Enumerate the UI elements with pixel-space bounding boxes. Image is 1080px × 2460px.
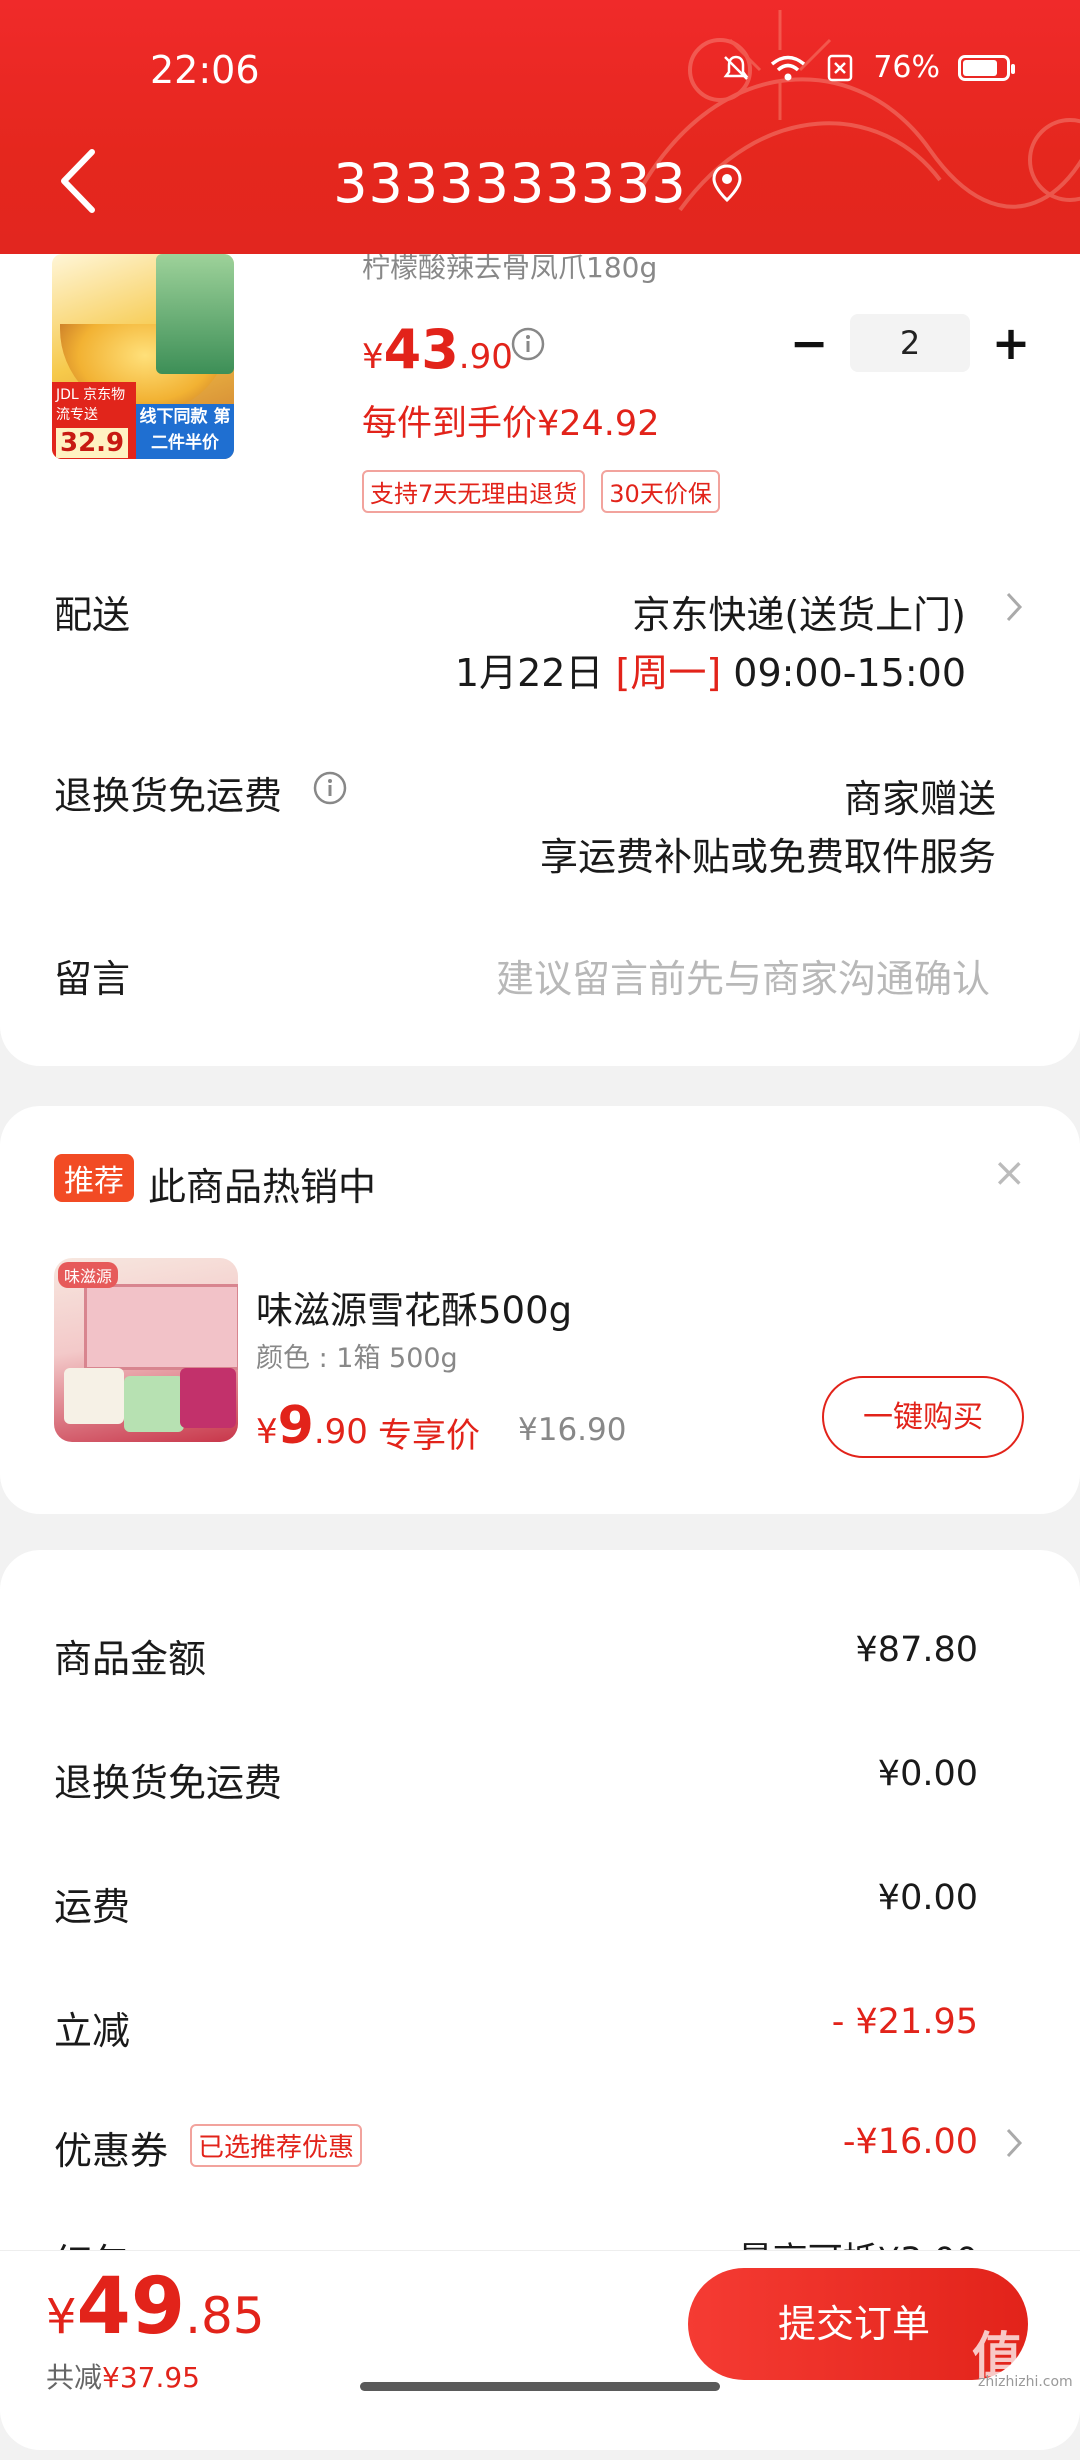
summary-label-goods: 商品金额 [54, 1637, 207, 1681]
price-decimal: .90 [458, 337, 513, 377]
status-time: 22:06 [150, 48, 260, 92]
summary-value-return: ¥0.00 [877, 1754, 978, 1794]
promo-badge: 线下同款 第二件半价 [136, 404, 234, 459]
summary-label-coupon[interactable]: 优惠券 [54, 2120, 168, 2175]
price-integer: 43 [383, 318, 459, 381]
recommend-badge: 推荐 [54, 1154, 134, 1202]
quantity-input[interactable]: 2 [850, 314, 970, 372]
saved-label: 共减 [46, 2361, 103, 2394]
message-label: 留言 [54, 957, 131, 1001]
address-title[interactable]: 3333333333 [0, 146, 1080, 220]
rec-price-decimal: .90 [313, 1412, 368, 1452]
one-click-buy-button[interactable]: 一键购买 [822, 1376, 1024, 1458]
summary-label-return: 退换货免运费 [54, 1761, 283, 1805]
total-decimal: .85 [185, 2287, 265, 2345]
delivery-label: 配送 [54, 593, 131, 637]
original-price: ¥16.90 [518, 1412, 627, 1448]
quantity-plus-button[interactable]: + [990, 320, 1032, 366]
delivery-weekday: [周一] [615, 651, 722, 695]
summary-label-discount: 立减 [54, 2009, 131, 2053]
total-price: ¥ 49 .85 [46, 2262, 265, 2352]
jd-logistics-badge: JDL 京东物流专送 32.9 [52, 382, 136, 459]
total-saved: 共减¥37.95 [46, 2356, 200, 2396]
summary-value-shipping: ¥0.00 [877, 1878, 978, 1918]
product-price: ¥ 43 .90 [362, 318, 513, 381]
recommend-product-name[interactable]: 味滋源雪花酥500g [256, 1280, 572, 1334]
price-currency: ¥ [362, 337, 384, 377]
page-title: 3333333333 [333, 151, 687, 215]
recommend-price: ¥ 9 .90 [256, 1396, 368, 1456]
summary-value-discount: - ¥21.95 [831, 2002, 978, 2042]
exclusive-price-label: 专享价 [378, 1416, 480, 1456]
quantity-minus-button[interactable]: − [788, 320, 830, 366]
coupon-chevron-icon[interactable] [1004, 2126, 1024, 2160]
recommend-product-image[interactable]: 味滋源 [54, 1258, 238, 1442]
return-shipping-detail: 享运费补贴或免费取件服务 [539, 835, 996, 879]
delivery-slot: 09:00-15:00 [733, 651, 966, 695]
mute-bell-icon [723, 55, 749, 80]
recommend-title: 此商品热销中 [148, 1165, 377, 1209]
quantity-stepper: − 2 + [788, 314, 1032, 372]
service-tags: 支持7天无理由退货 30天价保 [362, 470, 720, 513]
location-pin-icon [712, 164, 742, 203]
watermark-url: zhizhizhi.com [978, 2374, 1073, 2390]
price-info-icon[interactable] [510, 326, 546, 362]
summary-value-coupon[interactable]: -¥16.00 [843, 2122, 978, 2162]
total-currency: ¥ [46, 2289, 77, 2345]
battery-icon [958, 54, 1015, 81]
chevron-right-icon[interactable] [1004, 590, 1024, 624]
return-info-icon[interactable] [312, 770, 348, 806]
header-bar: 22:06 76% 3333333333 [0, 0, 1080, 254]
rec-price-integer: 9 [277, 1396, 314, 1456]
close-icon[interactable]: × [992, 1150, 1026, 1196]
battery-percent: 76% [873, 50, 940, 85]
return-shipping-label: 退换货免运费 [54, 774, 283, 818]
delivery-date: 1月22日 [454, 651, 604, 695]
summary-value-goods: ¥87.80 [855, 1630, 978, 1670]
total-integer: 49 [76, 2262, 186, 2352]
message-input[interactable]: 建议留言前先与商家沟通确认 [496, 948, 990, 1003]
summary-label-shipping: 运费 [54, 1885, 131, 1929]
saved-amount: ¥37.95 [102, 2361, 200, 2394]
return-shipping-provider: 商家赠送 [843, 777, 996, 821]
return-policy-tag: 支持7天无理由退货 [362, 470, 586, 513]
delivery-method[interactable]: 京东快递(送货上门) [632, 584, 966, 639]
delivery-time: 1月22日 [周一] 09:00-15:00 [455, 642, 966, 697]
wifi-icon [771, 55, 806, 80]
no-sim-icon [828, 54, 853, 81]
rec-price-currency: ¥ [256, 1412, 278, 1452]
price-protect-tag: 30天价保 [601, 470, 720, 513]
unit-final-price: 每件到手价¥24.92 [362, 404, 660, 444]
brand-logo: 味滋源 [58, 1262, 119, 1288]
home-indicator[interactable] [360, 2382, 720, 2391]
coupon-selected-tag: 已选推荐优惠 [190, 2124, 363, 2167]
jd-badge-price: 32.9 [56, 428, 129, 458]
product-image[interactable]: JDL 京东物流专送 32.9 线下同款 第二件半价 [52, 254, 234, 459]
jd-badge-label: JDL 京东物流专送 [56, 387, 126, 423]
status-icons: 76% [721, 50, 1015, 85]
recommend-product-spec: 颜色 : 1箱 500g [256, 1343, 458, 1374]
